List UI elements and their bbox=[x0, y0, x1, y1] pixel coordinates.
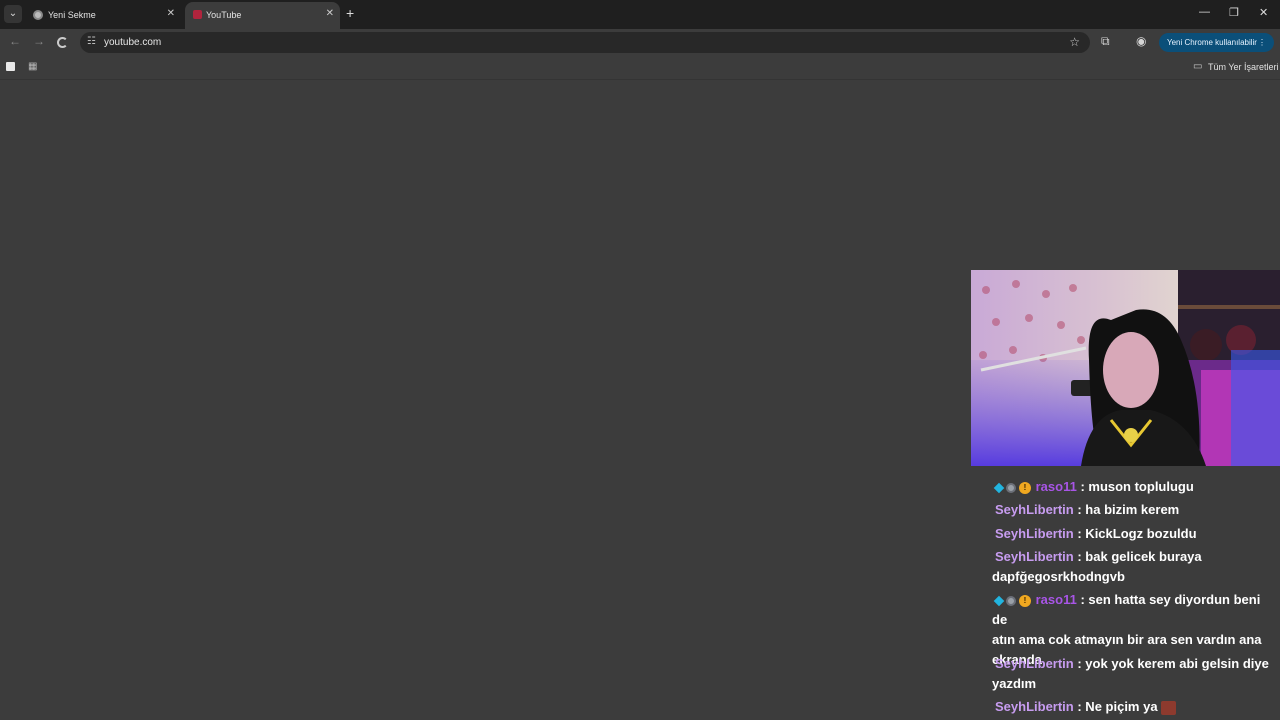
close-window-icon[interactable]: ✕ bbox=[1259, 6, 1268, 19]
chat-text: : ha bizim kerem bbox=[1073, 502, 1180, 517]
apps-grid-icon[interactable]: ▦ bbox=[28, 61, 37, 72]
url-text[interactable]: youtube.com bbox=[104, 37, 161, 48]
bookmark-app-icon[interactable] bbox=[6, 62, 15, 71]
chat-message: ! raso11 : muson toplulugu bbox=[992, 477, 1277, 497]
chat-message: SeyhLibertin : yok yok kerem abi gelsin … bbox=[992, 654, 1277, 694]
chat-text-cont: yazdım bbox=[992, 676, 1037, 691]
chat-text: : bak gelicek buraya bbox=[1073, 549, 1202, 564]
all-bookmarks-link[interactable]: Tüm Yer İşaretleri bbox=[1208, 62, 1279, 72]
chrome-icon bbox=[33, 10, 43, 20]
chat-username: raso11 bbox=[1035, 592, 1077, 607]
tab-strip: ⌄ Yeni Sekme ✕ YouTube ✕ + — ❐ ✕ bbox=[0, 0, 1280, 29]
chat-username: SeyhLibertin bbox=[995, 699, 1074, 714]
chat-text: : muson toplulugu bbox=[1076, 479, 1194, 494]
chat-text: : sen hatta sey diyordun beni de bbox=[992, 592, 1261, 627]
chat-text: : Ne piçim ya bbox=[1073, 699, 1158, 714]
chat-username: SeyhLibertin bbox=[995, 549, 1074, 564]
close-tab-icon[interactable]: ✕ bbox=[326, 8, 334, 19]
restore-icon[interactable]: ❐ bbox=[1229, 6, 1239, 19]
webcam-overlay bbox=[971, 270, 1280, 466]
extensions-icon[interactable]: ⧉ bbox=[1101, 34, 1110, 49]
chat-username: SeyhLibertin bbox=[995, 502, 1074, 517]
tab-label: Yeni Sekme bbox=[48, 10, 96, 20]
chat-message: SeyhLibertin : ha bizim kerem bbox=[995, 500, 1280, 520]
tab-new-tab[interactable]: Yeni Sekme ✕ bbox=[24, 2, 181, 29]
chat-text: : yok yok kerem abi gelsin diye bbox=[1073, 656, 1269, 671]
tab-label: YouTube bbox=[206, 10, 242, 20]
chat-message: SeyhLibertin : KickLogz bozuldu bbox=[995, 524, 1280, 544]
bookmark-star-icon[interactable]: ☆ bbox=[1069, 35, 1080, 49]
loading-spinner-icon[interactable] bbox=[57, 37, 68, 48]
chat-text-cont: dapfğegosrkhodngvb bbox=[992, 569, 1125, 584]
chat-username: SeyhLibertin bbox=[995, 656, 1074, 671]
chat-message: SeyhLibertin : Ne piçim ya bbox=[992, 697, 1277, 717]
chrome-update-button[interactable]: Yeni Chrome kullanılabilir ⋮ bbox=[1159, 33, 1274, 52]
profile-icon[interactable]: ◉ bbox=[1136, 34, 1146, 48]
emote-icon bbox=[1161, 700, 1177, 715]
update-label: Yeni Chrome kullanılabilir bbox=[1167, 38, 1257, 47]
browser-toolbar: ← → ☷ youtube.com ☆ ⧉ ◉ Yeni Chrome kull… bbox=[0, 29, 1280, 56]
tab-youtube[interactable]: YouTube ✕ bbox=[185, 2, 340, 29]
chat-message: SeyhLibertin : bak gelicek buraya dapfğe… bbox=[992, 547, 1277, 587]
tab-search-button[interactable]: ⌄ bbox=[4, 5, 22, 23]
site-info-icon[interactable]: ☷ bbox=[87, 36, 96, 47]
chat-text-cont: atın ama cok atmayın bir ara sen vardın … bbox=[992, 632, 1262, 647]
bookmarks-bar: ▦ ▭ Tüm Yer İşaretleri bbox=[0, 56, 1280, 80]
youtube-icon bbox=[193, 10, 202, 19]
back-icon[interactable]: ← bbox=[9, 34, 21, 48]
minimize-icon[interactable]: — bbox=[1199, 6, 1210, 18]
forward-icon[interactable]: → bbox=[33, 34, 45, 48]
new-tab-button[interactable]: + bbox=[346, 5, 354, 21]
menu-icon[interactable]: ⋮ bbox=[1258, 33, 1266, 52]
user-badges-icon: ! bbox=[992, 481, 1032, 494]
folder-icon[interactable]: ▭ bbox=[1193, 61, 1202, 72]
user-badges-icon: ! bbox=[992, 594, 1032, 607]
close-tab-icon[interactable]: ✕ bbox=[167, 8, 175, 19]
chat-username: SeyhLibertin bbox=[995, 526, 1074, 541]
chat-username: raso11 bbox=[1035, 479, 1077, 494]
chat-text: : KickLogz bozuldu bbox=[1073, 526, 1197, 541]
address-bar[interactable]: ☷ youtube.com ☆ bbox=[80, 32, 1090, 53]
